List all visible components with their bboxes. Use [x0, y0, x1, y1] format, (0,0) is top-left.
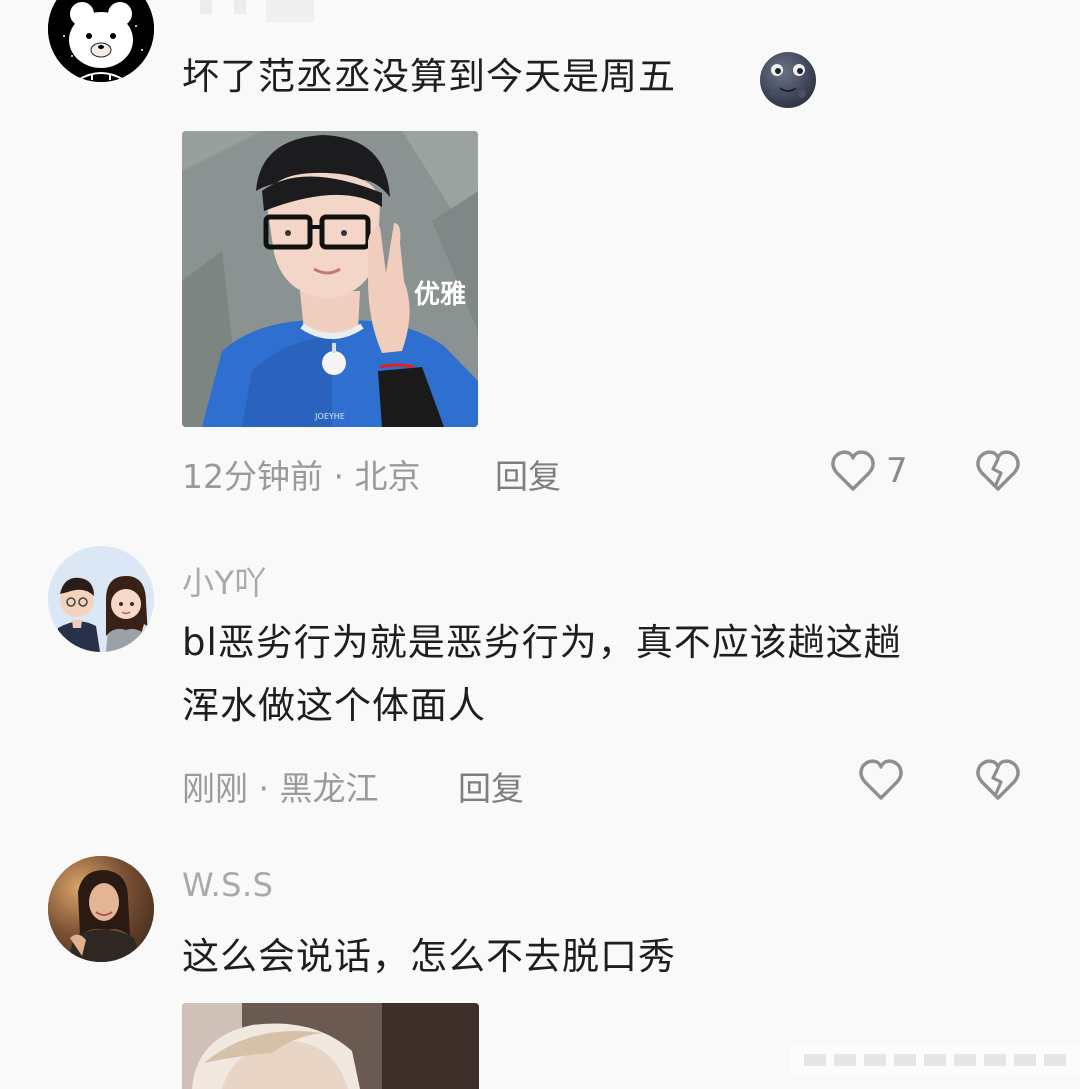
comment-item: 坏了范丞丞没算到今天是周五 优雅 JOEYHE 12分钟前 · 北京 回复 7: [0, 0, 1080, 520]
photo-avatar-icon: [48, 856, 154, 962]
reply-button[interactable]: 回复: [458, 762, 524, 810]
timestamp: 12分钟前: [182, 457, 323, 496]
comment-image[interactable]: 优雅 JOEYHE: [182, 131, 478, 427]
bear-avatar-icon: [48, 0, 154, 82]
like-button[interactable]: [857, 756, 905, 804]
comment-text-line: 浑水做这个体面人: [182, 684, 486, 727]
reply-button[interactable]: 回复: [495, 450, 561, 498]
avatar[interactable]: [48, 546, 154, 652]
comment-text: 坏了范丞丞没算到今天是周五: [182, 55, 676, 98]
photo-thumbnail: [182, 1003, 479, 1089]
location: 黑龙江: [279, 769, 379, 808]
new-moon-face-emoji-icon: [758, 50, 818, 110]
dislike-button[interactable]: [974, 447, 1022, 495]
watermark: [790, 1040, 1080, 1080]
meta-separator: ·: [258, 769, 280, 808]
location: 北京: [354, 457, 421, 496]
comment-text: bl恶劣行为就是恶劣行为，真不应该趟这趟 浑水做这个体面人: [182, 616, 1042, 733]
heart-outline-icon: [859, 759, 903, 800]
like-button[interactable]: 7: [829, 447, 949, 497]
broken-heart-icon: [976, 759, 1020, 800]
username-placeholder: [200, 0, 318, 22]
broken-heart-icon: [976, 450, 1020, 491]
avatar[interactable]: [48, 0, 154, 82]
heart-outline-icon: [831, 450, 875, 491]
comment-text-line: bl恶劣行为就是恶劣行为，真不应该趟这趟: [182, 621, 902, 664]
dislike-button[interactable]: [974, 756, 1022, 804]
meta-separator: ·: [333, 457, 355, 496]
like-count: 7: [886, 451, 908, 491]
image-caption: 优雅: [414, 280, 466, 310]
shirt-text: JOEYHE: [314, 412, 345, 421]
comment-image[interactable]: [182, 1003, 479, 1089]
username[interactable]: 小Y吖: [182, 558, 267, 604]
avatar[interactable]: [48, 856, 154, 962]
meme-photo: 优雅 JOEYHE: [182, 131, 478, 427]
comment-meta: 刚刚 · 黑龙江: [182, 762, 378, 810]
cartoon-couple-avatar-icon: [48, 546, 154, 652]
timestamp: 刚刚: [182, 769, 248, 808]
comment-text: 这么会说话，怎么不去脱口秀: [182, 935, 676, 978]
username[interactable]: W.S.S: [182, 866, 273, 904]
comment-item: 小Y吖 bl恶劣行为就是恶劣行为，真不应该趟这趟 浑水做这个体面人 刚刚 · 黑…: [0, 520, 1080, 840]
comment-meta: 12分钟前 · 北京: [182, 450, 420, 498]
